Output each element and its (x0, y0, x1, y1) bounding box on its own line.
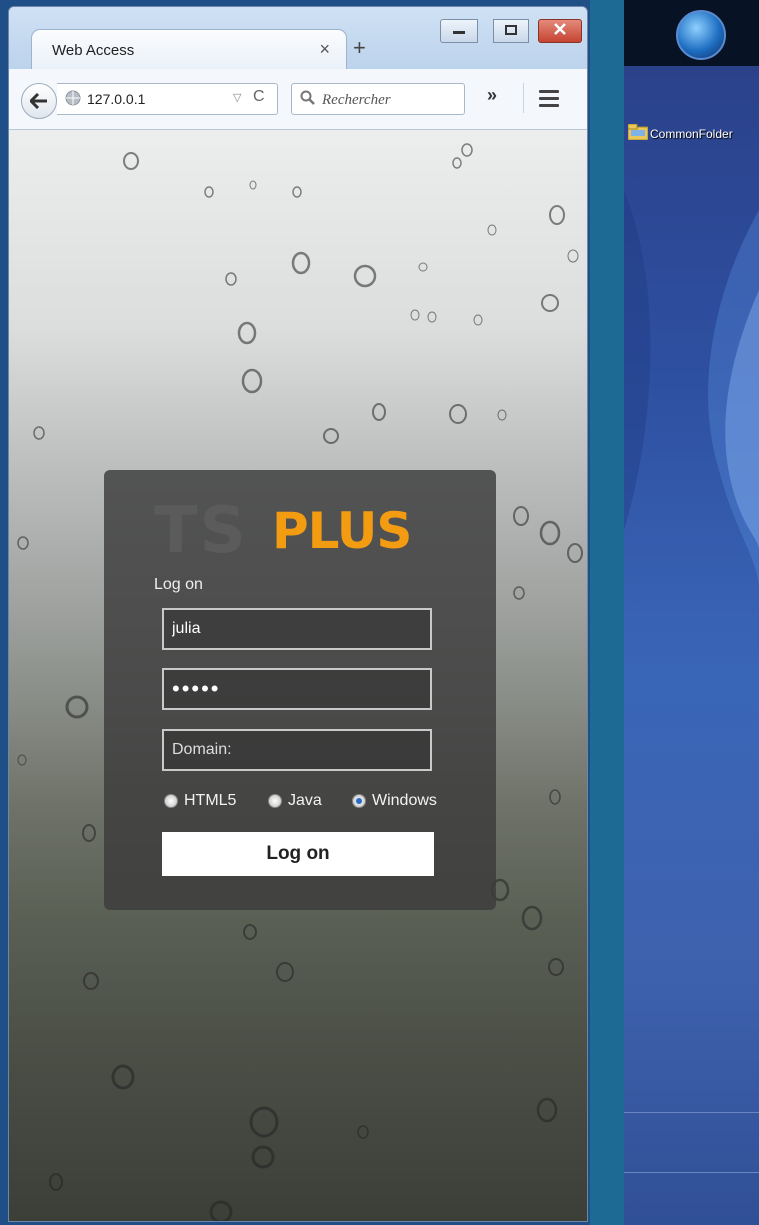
radio-html5-indicator[interactable] (164, 794, 178, 808)
radio-windows[interactable]: Windows (352, 792, 437, 810)
logo-plus-text: PLUS (272, 502, 412, 560)
new-tab-icon[interactable]: + (353, 35, 366, 61)
windows-start-icon[interactable] (676, 10, 726, 60)
globe-icon (65, 90, 81, 106)
url-bar[interactable]: 127.0.0.1 ▽ C (57, 83, 278, 115)
minimize-button[interactable] (440, 19, 478, 43)
navigation-toolbar: 127.0.0.1 ▽ C » (9, 69, 587, 130)
radio-java-label: Java (288, 792, 322, 809)
minimize-icon (453, 22, 465, 40)
window-divider (590, 0, 624, 1225)
radio-java-indicator[interactable] (268, 794, 282, 808)
taskbar-divider (624, 1112, 759, 1113)
radio-windows-indicator[interactable] (352, 794, 366, 808)
logo-ts-text: TS (154, 494, 248, 568)
back-arrow-icon (30, 93, 47, 109)
password-field[interactable] (162, 668, 432, 710)
radio-windows-label: Windows (372, 792, 437, 809)
common-folder-label[interactable]: CommonFolder (650, 127, 733, 141)
close-tab-icon[interactable]: × (319, 39, 330, 60)
login-heading: Log on (154, 576, 203, 593)
search-icon (300, 90, 315, 105)
maximize-button[interactable] (493, 19, 529, 43)
reload-icon[interactable]: C (253, 88, 265, 106)
login-panel: TS PLUS Log on HTML5 Java Windows (104, 470, 496, 910)
wallpaper-swirl (624, 190, 759, 590)
url-text: 127.0.0.1 (87, 91, 146, 107)
search-box[interactable] (291, 83, 465, 115)
browser-window: Web Access × + 127.0.0.1 ▽ C » (8, 6, 588, 1222)
taskbar-divider-lower (624, 1172, 759, 1173)
url-dropdown-icon[interactable]: ▽ (233, 91, 241, 104)
username-field[interactable] (162, 608, 432, 650)
back-button[interactable] (21, 83, 57, 119)
logon-button[interactable]: Log on (162, 832, 434, 876)
tab-title: Web Access (52, 42, 135, 59)
tab-web-access[interactable]: Web Access × (31, 29, 347, 72)
search-input[interactable] (320, 88, 460, 112)
hamburger-menu-icon[interactable] (539, 90, 559, 111)
radio-html5-label: HTML5 (184, 792, 237, 809)
close-window-button[interactable] (538, 19, 582, 43)
maximize-icon (505, 22, 517, 40)
title-bar: Web Access × + (9, 7, 587, 72)
domain-field[interactable] (162, 729, 432, 771)
toolbar-separator (523, 83, 524, 113)
radio-html5[interactable]: HTML5 (164, 792, 236, 810)
folder-icon[interactable] (628, 124, 648, 140)
overflow-menu-icon[interactable]: » (487, 85, 497, 106)
close-icon (554, 22, 566, 40)
page-content: TS PLUS Log on HTML5 Java Windows (9, 130, 587, 1221)
radio-java[interactable]: Java (268, 792, 322, 810)
remote-desktop: CommonFolder (624, 0, 759, 1225)
